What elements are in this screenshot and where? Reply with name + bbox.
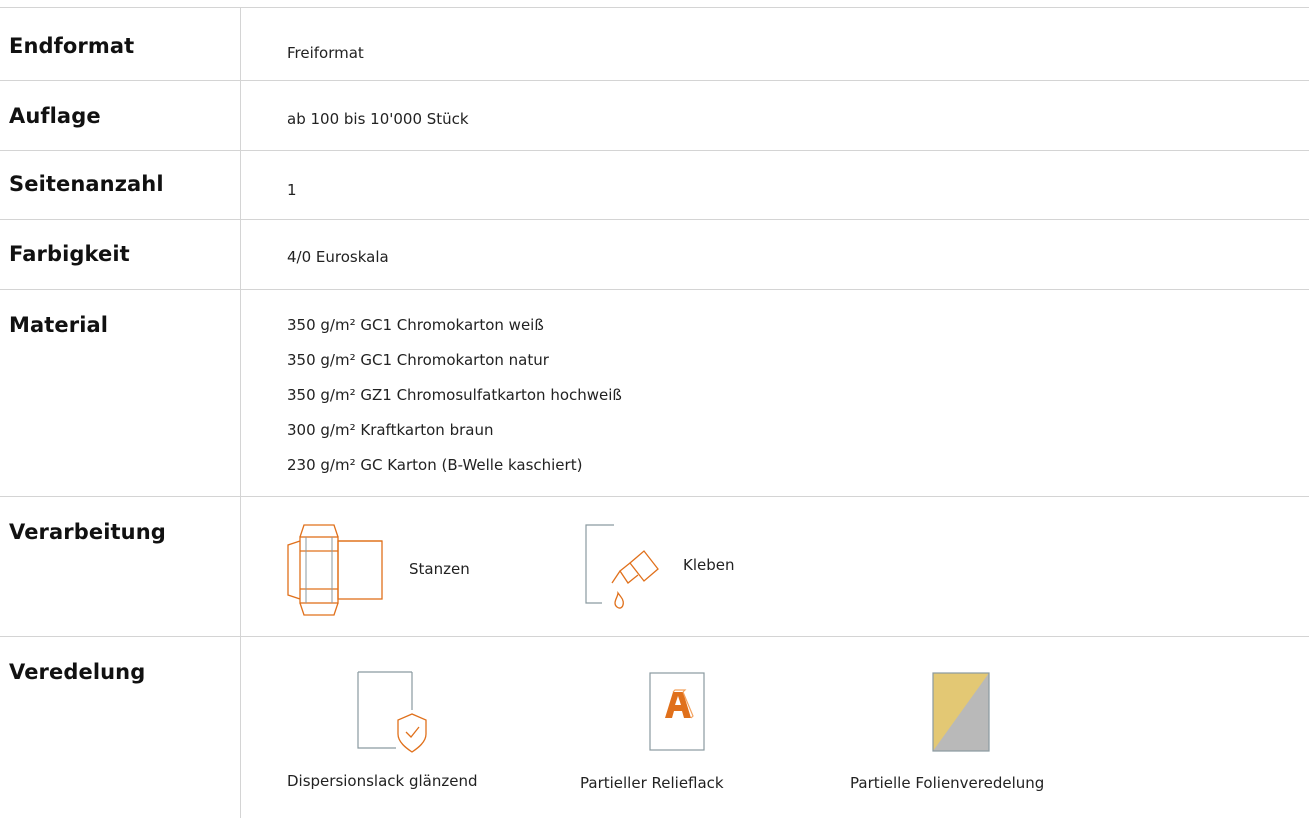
relief-letter-a-icon xyxy=(649,672,705,751)
row-label-farbigkeit: Farbigkeit xyxy=(9,242,130,266)
row-divider xyxy=(0,496,1309,497)
row-value-endformat: Freiformat xyxy=(287,44,364,62)
row-label-verarbeitung: Verarbeitung xyxy=(9,520,166,544)
row-divider xyxy=(0,289,1309,290)
row-value-auflage: ab 100 bis 10'000 Stück xyxy=(287,110,469,128)
row-divider xyxy=(0,219,1309,220)
material-item: 350 g/m² GC1 Chromokarton natur xyxy=(287,351,549,369)
material-item: 350 g/m² GZ1 Chromosulfatkarton hochweiß xyxy=(287,386,622,404)
row-label-seitenanzahl: Seitenanzahl xyxy=(9,172,164,196)
foil-split-icon xyxy=(932,672,990,752)
row-value-farbigkeit: 4/0 Euroskala xyxy=(287,248,389,266)
row-value-seitenanzahl: 1 xyxy=(287,181,297,199)
row-divider xyxy=(0,636,1309,637)
row-label-material: Material xyxy=(9,313,109,337)
row-divider xyxy=(0,7,1309,8)
option-label-relieflack: Partieller Relieflack xyxy=(580,774,724,792)
material-item: 350 g/m² GC1 Chromokarton weiß xyxy=(287,316,544,334)
option-label-stanzen: Stanzen xyxy=(409,560,470,578)
option-label-folienveredelung: Partielle Folienveredelung xyxy=(850,774,1045,792)
column-divider xyxy=(240,7,241,818)
material-item: 300 g/m² Kraftkarton braun xyxy=(287,421,494,439)
option-label-dispersionslack: Dispersionslack glänzend xyxy=(287,772,478,790)
row-label-veredelung: Veredelung xyxy=(9,660,146,684)
row-label-endformat: Endformat xyxy=(9,34,135,58)
glue-bottle-icon xyxy=(585,524,659,609)
material-item: 230 g/m² GC Karton (B-Welle kaschiert) xyxy=(287,456,583,474)
row-label-auflage: Auflage xyxy=(9,104,101,128)
shield-check-icon xyxy=(357,671,427,753)
row-divider xyxy=(0,150,1309,151)
die-cut-box-icon xyxy=(287,524,383,616)
row-divider xyxy=(0,80,1309,81)
option-label-kleben: Kleben xyxy=(683,556,735,574)
